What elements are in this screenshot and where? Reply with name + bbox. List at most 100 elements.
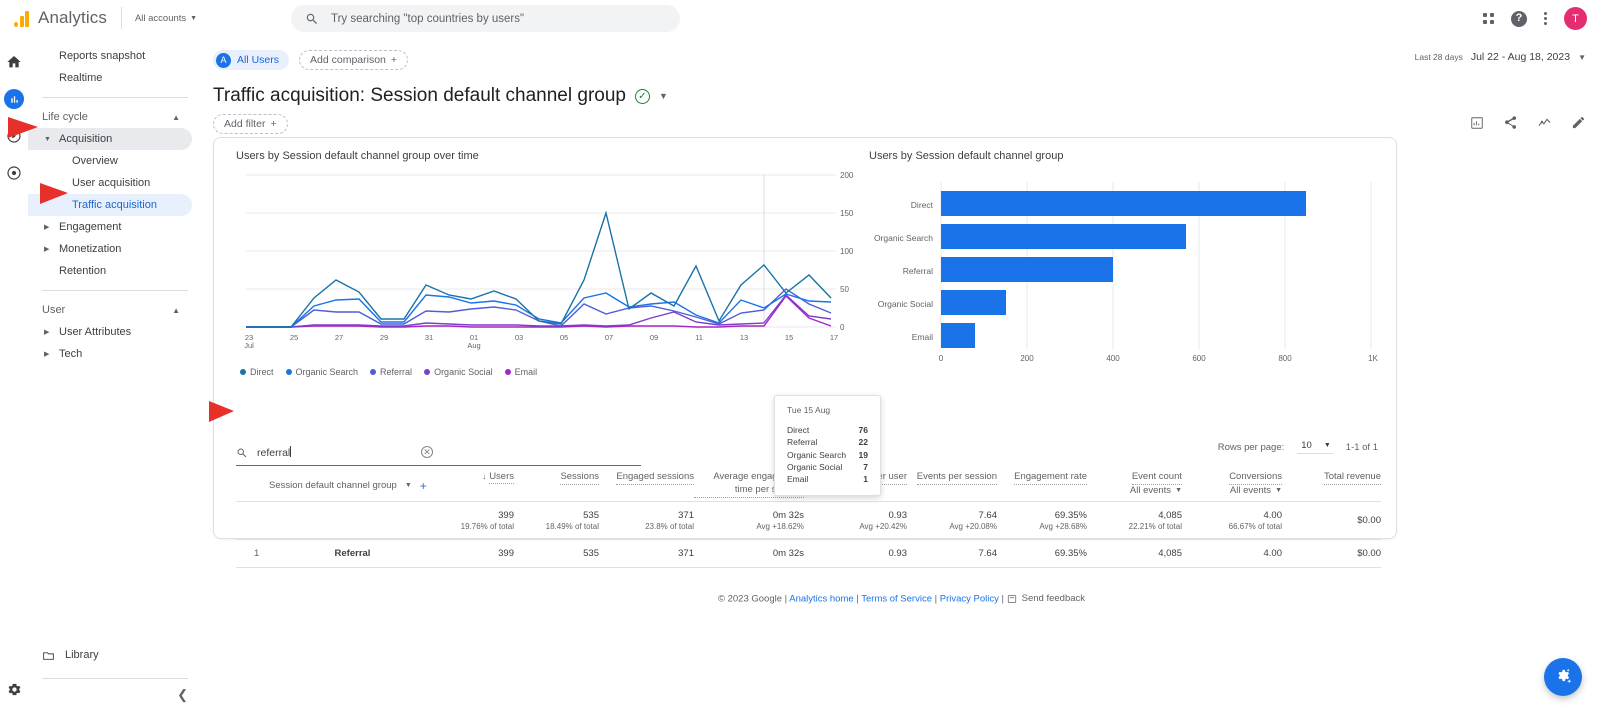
bar-x-axis-ticks: 0 200 400 600 800 1K	[939, 354, 1379, 363]
sidebar-item-reports-snapshot[interactable]: Reports snapshot	[28, 45, 192, 67]
column-label: Users	[489, 471, 514, 484]
help-icon[interactable]: ?	[1511, 10, 1527, 27]
compare-trend-icon[interactable]	[1537, 115, 1552, 130]
column-header-users[interactable]: ↓ Users	[436, 470, 514, 501]
chevron-down-icon[interactable]: ▼	[659, 91, 668, 101]
chevron-right-icon: ▶	[44, 246, 50, 253]
collapse-sidebar-button[interactable]: ❮	[177, 687, 188, 703]
totals-cell-sessions-per-user: 0.93 Avg +20.42%	[804, 502, 907, 539]
sidebar-item-engagement[interactable]: ▶ Engagement	[28, 216, 192, 238]
chevron-down-icon: ▼	[190, 14, 198, 22]
tooltip-row: Organic Social 7	[787, 461, 868, 473]
svg-text:0: 0	[939, 354, 944, 362]
line-chart-svg[interactable]: 200 150 100 50 0 23Jul 25 27 29 31 01Aug	[236, 162, 856, 357]
column-header-dimension[interactable]: Session default channel group ▼ +	[236, 470, 436, 501]
chevron-down-icon: ▼	[1578, 52, 1586, 62]
bar-category-labels: Direct Organic Search Referral Organic S…	[874, 200, 934, 342]
sidebar-item-acquisition[interactable]: ▼ Acquisition	[28, 128, 192, 150]
column-header-sessions[interactable]: Sessions	[514, 470, 599, 501]
column-label: Engaged sessions	[616, 471, 694, 485]
footer-link-privacy[interactable]: Privacy Policy	[940, 594, 999, 605]
text-cursor	[290, 446, 292, 457]
conversions-filter[interactable]: All events ▼	[1230, 485, 1282, 498]
bar-chart-svg[interactable]: Direct Organic Search Referral Organic S…	[869, 162, 1384, 363]
sidebar-nav: Reports snapshot Realtime Life cycle ▲ ▼…	[28, 37, 203, 713]
column-header-event-count[interactable]: Event count All events ▼	[1087, 470, 1182, 501]
totals-note: Avg +20.42%	[859, 522, 907, 531]
sidebar-group-life-cycle[interactable]: Life cycle ▲	[28, 106, 192, 128]
insights-sparkle-icon	[1558, 668, 1572, 684]
column-header-engaged-sessions[interactable]: Engaged sessions	[599, 470, 694, 501]
add-filter-button[interactable]: Add filter +	[213, 114, 288, 134]
sidebar-item-library[interactable]: Library	[28, 644, 202, 666]
add-dimension-icon[interactable]: +	[420, 480, 427, 493]
pagination-range: 1-1 of 1	[1345, 441, 1378, 453]
send-feedback-label: Send feedback	[1021, 593, 1086, 604]
legend-item-organic-search[interactable]: Organic Search	[285, 367, 358, 377]
tooltip-label: Email	[787, 474, 809, 485]
column-header-engagement-rate[interactable]: Engagement rate	[997, 470, 1087, 501]
report-toolbar	[1470, 115, 1586, 130]
add-comparison-button[interactable]: Add comparison +	[299, 50, 409, 70]
clear-search-icon[interactable]: ✕	[421, 446, 433, 458]
gear-icon[interactable]	[4, 679, 24, 699]
row-cell-sessions: 535	[514, 548, 599, 559]
edit-pencil-icon[interactable]	[1571, 115, 1586, 130]
column-header-conversions[interactable]: Conversions All events ▼	[1182, 470, 1282, 501]
row-dimension-cell[interactable]: Referral	[236, 548, 436, 559]
insights-fab-button[interactable]	[1544, 658, 1582, 696]
column-header-events-per-session[interactable]: Events per session	[907, 470, 997, 501]
legend-item-referral[interactable]: Referral	[370, 367, 412, 377]
home-icon[interactable]	[4, 52, 24, 72]
footer-link-terms[interactable]: Terms of Service	[861, 594, 932, 605]
sidebar-item-overview[interactable]: Overview	[28, 150, 192, 172]
series-line-organic-social	[246, 293, 832, 328]
grid-apps-icon[interactable]	[1483, 13, 1494, 24]
tooltip-row: Email 1	[787, 473, 868, 485]
sidebar-item-monetization[interactable]: ▶ Monetization	[28, 238, 192, 260]
sidebar-item-label: Engagement	[59, 221, 122, 233]
share-icon[interactable]	[1503, 115, 1518, 130]
legend-item-organic-social[interactable]: Organic Social	[424, 367, 493, 377]
svg-text:09: 09	[650, 333, 658, 342]
table-search-field[interactable]: referral ✕	[236, 440, 641, 466]
date-range-selector[interactable]: Last 28 days Jul 22 - Aug 18, 2023 ▼	[1415, 51, 1586, 63]
column-label: Engagement rate	[1014, 471, 1087, 485]
sidebar-divider	[42, 290, 188, 291]
row-cell-engaged-sessions: 371	[599, 548, 694, 559]
sidebar-item-user-acquisition[interactable]: User acquisition	[28, 172, 192, 194]
sidebar-group-label: User	[42, 304, 66, 316]
account-selector[interactable]: All accounts ▼	[135, 13, 197, 24]
reports-bar-chart-icon[interactable]	[4, 89, 24, 109]
footer-link-analytics-home[interactable]: Analytics home	[789, 594, 853, 605]
sidebar-item-tech[interactable]: ▶ Tech	[28, 343, 192, 365]
sidebar-item-realtime[interactable]: Realtime	[28, 67, 192, 89]
table-row[interactable]: 1 Referral 399 535 371 0m 32s 0.93 7.64 …	[236, 540, 1381, 568]
column-header-total-revenue[interactable]: Total revenue	[1282, 470, 1381, 501]
insights-chart-icon[interactable]	[1470, 116, 1484, 130]
legend-item-direct[interactable]: Direct	[240, 367, 274, 377]
all-users-chip[interactable]: A All Users	[213, 50, 290, 70]
tooltip-label: Referral	[787, 437, 818, 448]
legend-item-email[interactable]: Email	[504, 367, 537, 377]
svg-text:Organic Social: Organic Social	[878, 299, 933, 309]
sidebar-item-retention[interactable]: Retention	[28, 260, 192, 282]
sidebar-item-user-attributes[interactable]: ▶ User Attributes	[28, 321, 192, 343]
sidebar-item-traffic-acquisition[interactable]: Traffic acquisition	[28, 194, 192, 216]
bar-direct	[941, 191, 1306, 216]
explore-compass-icon[interactable]	[4, 126, 24, 146]
global-search-input[interactable]: Try searching "top countries by users"	[291, 5, 680, 32]
kebab-more-icon[interactable]	[1544, 12, 1547, 25]
event-count-filter[interactable]: All events ▼	[1130, 485, 1182, 498]
chevron-up-icon: ▲	[172, 305, 180, 315]
svg-text:03: 03	[515, 333, 523, 342]
bar-organic-social	[941, 290, 1006, 315]
chart-tooltip: Tue 15 Aug Direct 76 Referral 22 Organic…	[774, 395, 881, 497]
rows-per-page-select[interactable]: 10 ▼	[1297, 440, 1333, 454]
avatar[interactable]: T	[1564, 7, 1587, 30]
cell-value: 69.35%	[1054, 548, 1087, 559]
column-label: Total revenue	[1323, 471, 1381, 485]
sidebar-group-user[interactable]: User ▲	[28, 299, 192, 321]
send-feedback-button[interactable]: Send feedback	[1007, 593, 1085, 604]
advertising-target-icon[interactable]	[4, 163, 24, 183]
